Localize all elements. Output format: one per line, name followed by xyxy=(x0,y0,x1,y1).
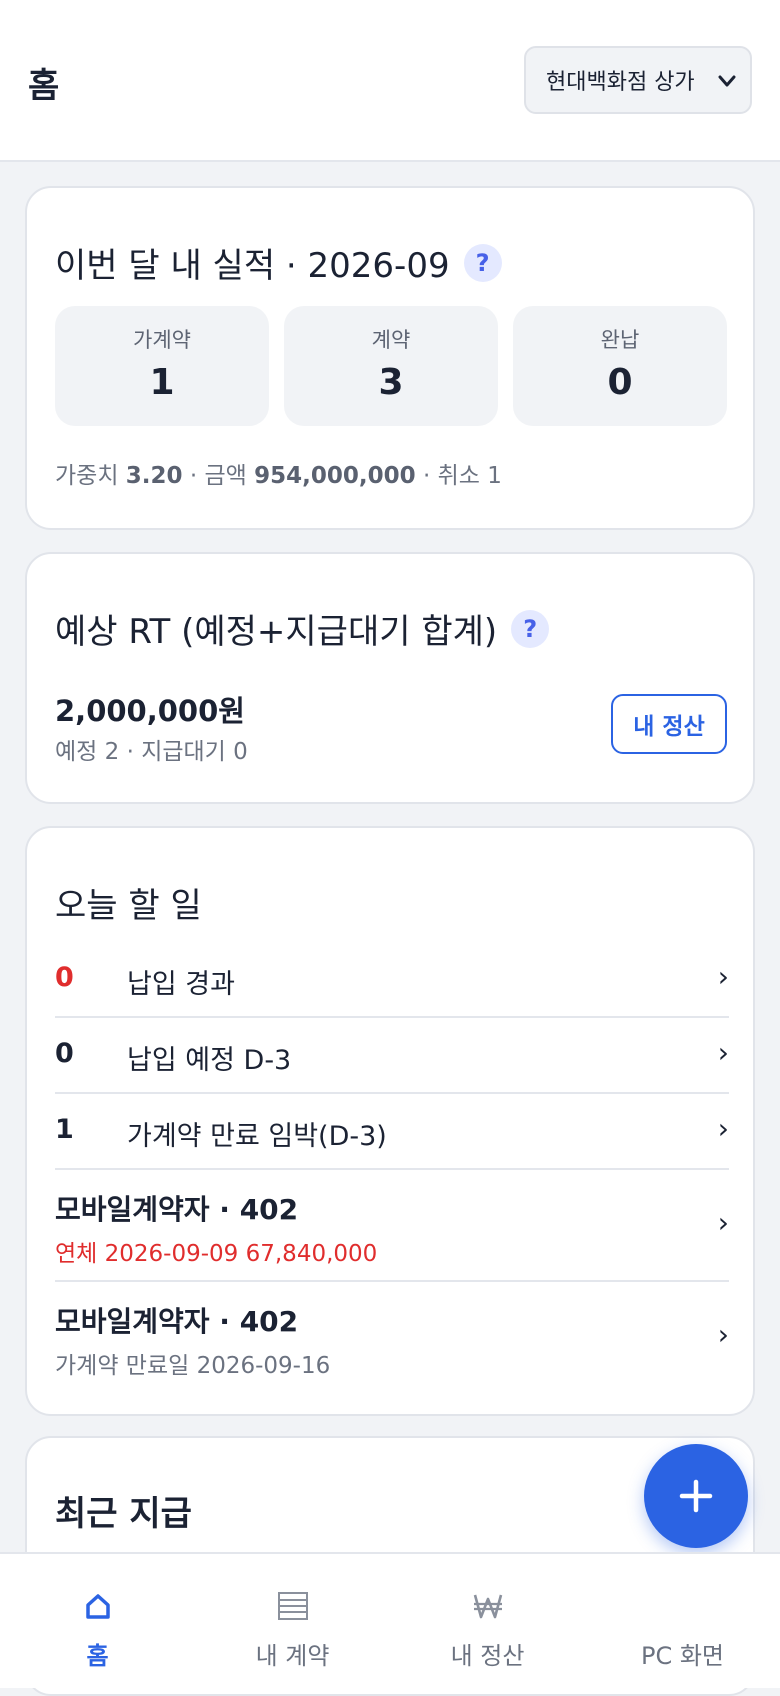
rt-title-row: 예상 RT (예정+지급대기 합계) ? xyxy=(55,604,550,653)
stat-label: 계약 xyxy=(371,328,411,352)
todo-card: 오늘 할 일 0 납입 경과 › 0 납입 예정 D-3 › 1 가계약 만료 … xyxy=(25,826,755,1416)
todo-item-expiring-contract[interactable]: 모바일계약자 · 402 가계약 만료일 2026-09-16 › xyxy=(55,1282,729,1394)
expiry-detail: 가계약 만료일 2026-09-16 xyxy=(55,1353,331,1379)
contractor-name: 모바일계약자 · 402 xyxy=(55,1193,299,1226)
chevron-down-icon xyxy=(718,75,736,87)
stat-paid-in-full: 완납 0 xyxy=(513,306,727,426)
plus-icon xyxy=(679,1479,713,1513)
nav-pc-view[interactable]: PC 화면 xyxy=(585,1554,780,1690)
todo-count: 1 xyxy=(55,1114,74,1145)
todo-text: 납입 예정 D-3 xyxy=(127,1045,292,1076)
todo-item-overdue-contract[interactable]: 모바일계약자 · 402 연체 2026-09-09 67,840,000 › xyxy=(55,1170,729,1282)
app-header: 홈 현대백화점 상가 xyxy=(0,0,780,162)
amount-value: 954,000,000 xyxy=(254,463,416,489)
my-settlement-button[interactable]: 내 정산 xyxy=(611,694,727,754)
won-icon xyxy=(390,1586,585,1626)
add-button[interactable] xyxy=(644,1444,748,1548)
nav-label: 홈 xyxy=(86,1642,109,1670)
todo-count: 0 xyxy=(55,962,74,993)
stat-provisional-contract: 가계약 1 xyxy=(55,306,269,426)
chevron-right-icon: › xyxy=(717,1112,729,1145)
nav-home[interactable]: 홈 xyxy=(0,1554,195,1690)
rt-breakdown: 예정 2 · 지급대기 0 xyxy=(55,739,248,765)
rt-amount: 2,000,000원 xyxy=(55,694,245,728)
recent-payments-title: 최근 지급 xyxy=(55,1494,192,1534)
amount-label: 금액 xyxy=(204,463,247,489)
chevron-right-icon: › xyxy=(717,1206,729,1239)
weight-label: 가중치 xyxy=(55,463,119,489)
nav-label: PC 화면 xyxy=(640,1642,725,1670)
page-title: 홈 xyxy=(28,66,60,106)
todo-title: 오늘 할 일 xyxy=(55,886,202,926)
performance-title-row: 이번 달 내 실적 · 2026-09 ? xyxy=(55,238,502,287)
todo-row-payment-due[interactable]: 0 납입 예정 D-3 › xyxy=(55,1018,729,1094)
todo-text: 납입 경과 xyxy=(127,969,235,1000)
store-select-value: 현대백화점 상가 xyxy=(546,70,695,95)
nav-my-settlement[interactable]: 내 정산 xyxy=(390,1554,585,1690)
desktop-icon xyxy=(585,1586,780,1626)
stat-contract: 계약 3 xyxy=(284,306,498,426)
todo-text: 가계약 만료 임박(D-3) xyxy=(127,1121,387,1152)
stat-label: 가계약 xyxy=(133,328,191,352)
expected-rt-card: 예상 RT (예정+지급대기 합계) ? 2,000,000원 예정 2 · 지… xyxy=(25,552,755,804)
bottom-nav: 홈 내 계약 내 정산 PC 화면 xyxy=(0,1552,780,1688)
home-icon xyxy=(0,1586,195,1626)
nav-my-contracts[interactable]: 내 계약 xyxy=(195,1554,390,1690)
todo-count: 0 xyxy=(55,1038,74,1069)
overdue-detail: 연체 2026-09-09 67,840,000 xyxy=(55,1241,378,1267)
weight-value: 3.20 xyxy=(125,463,183,489)
todo-row-provisional-expiring[interactable]: 1 가계약 만료 임박(D-3) › xyxy=(55,1094,729,1170)
chevron-right-icon: › xyxy=(717,960,729,993)
stat-value: 0 xyxy=(607,362,633,403)
contractor-name: 모바일계약자 · 402 xyxy=(55,1305,299,1338)
performance-card: 이번 달 내 실적 · 2026-09 ? 가계약 1 계약 3 완납 0 가중… xyxy=(25,186,755,530)
stat-value: 3 xyxy=(378,362,404,403)
performance-title: 이번 달 내 실적 · 2026-09 xyxy=(55,246,450,286)
stat-label: 완납 xyxy=(600,328,640,352)
performance-summary: 가중치 3.20 · 금액 954,000,000 · 취소 1 xyxy=(55,456,502,490)
rt-title: 예상 RT (예정+지급대기 합계) xyxy=(55,612,498,652)
cancel-count: 취소 1 xyxy=(437,463,502,489)
nav-label: 내 계약 xyxy=(255,1642,330,1670)
chevron-right-icon: › xyxy=(717,1318,729,1351)
list-icon xyxy=(195,1586,390,1626)
help-icon[interactable]: ? xyxy=(511,609,550,648)
chevron-right-icon: › xyxy=(717,1036,729,1069)
nav-label: 내 정산 xyxy=(450,1642,525,1670)
store-select[interactable]: 현대백화점 상가 xyxy=(524,46,752,114)
stat-value: 1 xyxy=(149,362,175,403)
help-icon[interactable]: ? xyxy=(463,243,502,282)
separator: · xyxy=(422,463,431,489)
separator: · xyxy=(189,463,198,489)
todo-row-payment-overdue[interactable]: 0 납입 경과 › xyxy=(55,942,729,1018)
